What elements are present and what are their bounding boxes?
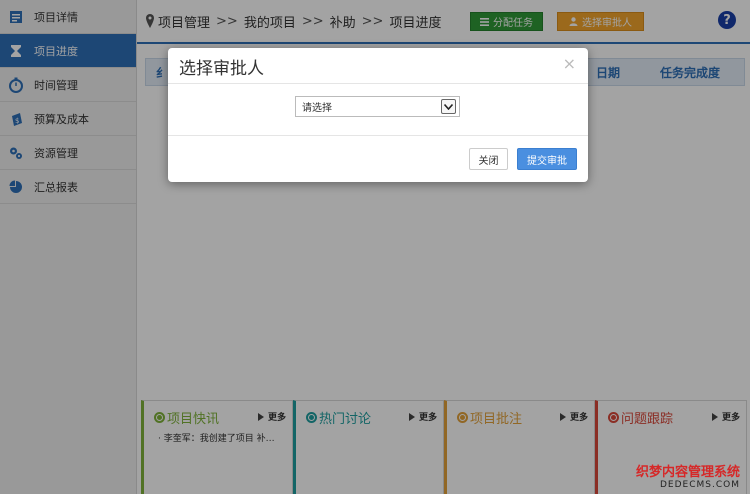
dialog-body: 请选择 (168, 84, 588, 136)
watermark-url: DEDECMS.COM (660, 480, 740, 490)
dialog-title: 选择审批人 (179, 59, 264, 79)
dialog-footer: 关闭 提交审批 (168, 136, 588, 182)
approver-select[interactable]: 请选择 (295, 96, 460, 117)
close-button[interactable]: 关闭 (469, 148, 508, 170)
submit-approval-button[interactable]: 提交审批 (517, 148, 577, 170)
close-icon[interactable]: × (563, 54, 576, 73)
chevron-down-icon[interactable] (441, 99, 456, 114)
approver-select-value: 请选择 (302, 103, 332, 114)
select-approver-dialog: 选择审批人 × 请选择 关闭 提交审批 (168, 48, 588, 182)
watermark-title: 织梦内容管理系统 (635, 465, 740, 480)
watermark: 织梦内容管理系统 DEDECMS.COM (636, 461, 740, 490)
modal-backdrop[interactable]: 选择审批人 × 请选择 关闭 提交审批 (0, 0, 750, 494)
dialog-header: 选择审批人 × (168, 48, 588, 84)
